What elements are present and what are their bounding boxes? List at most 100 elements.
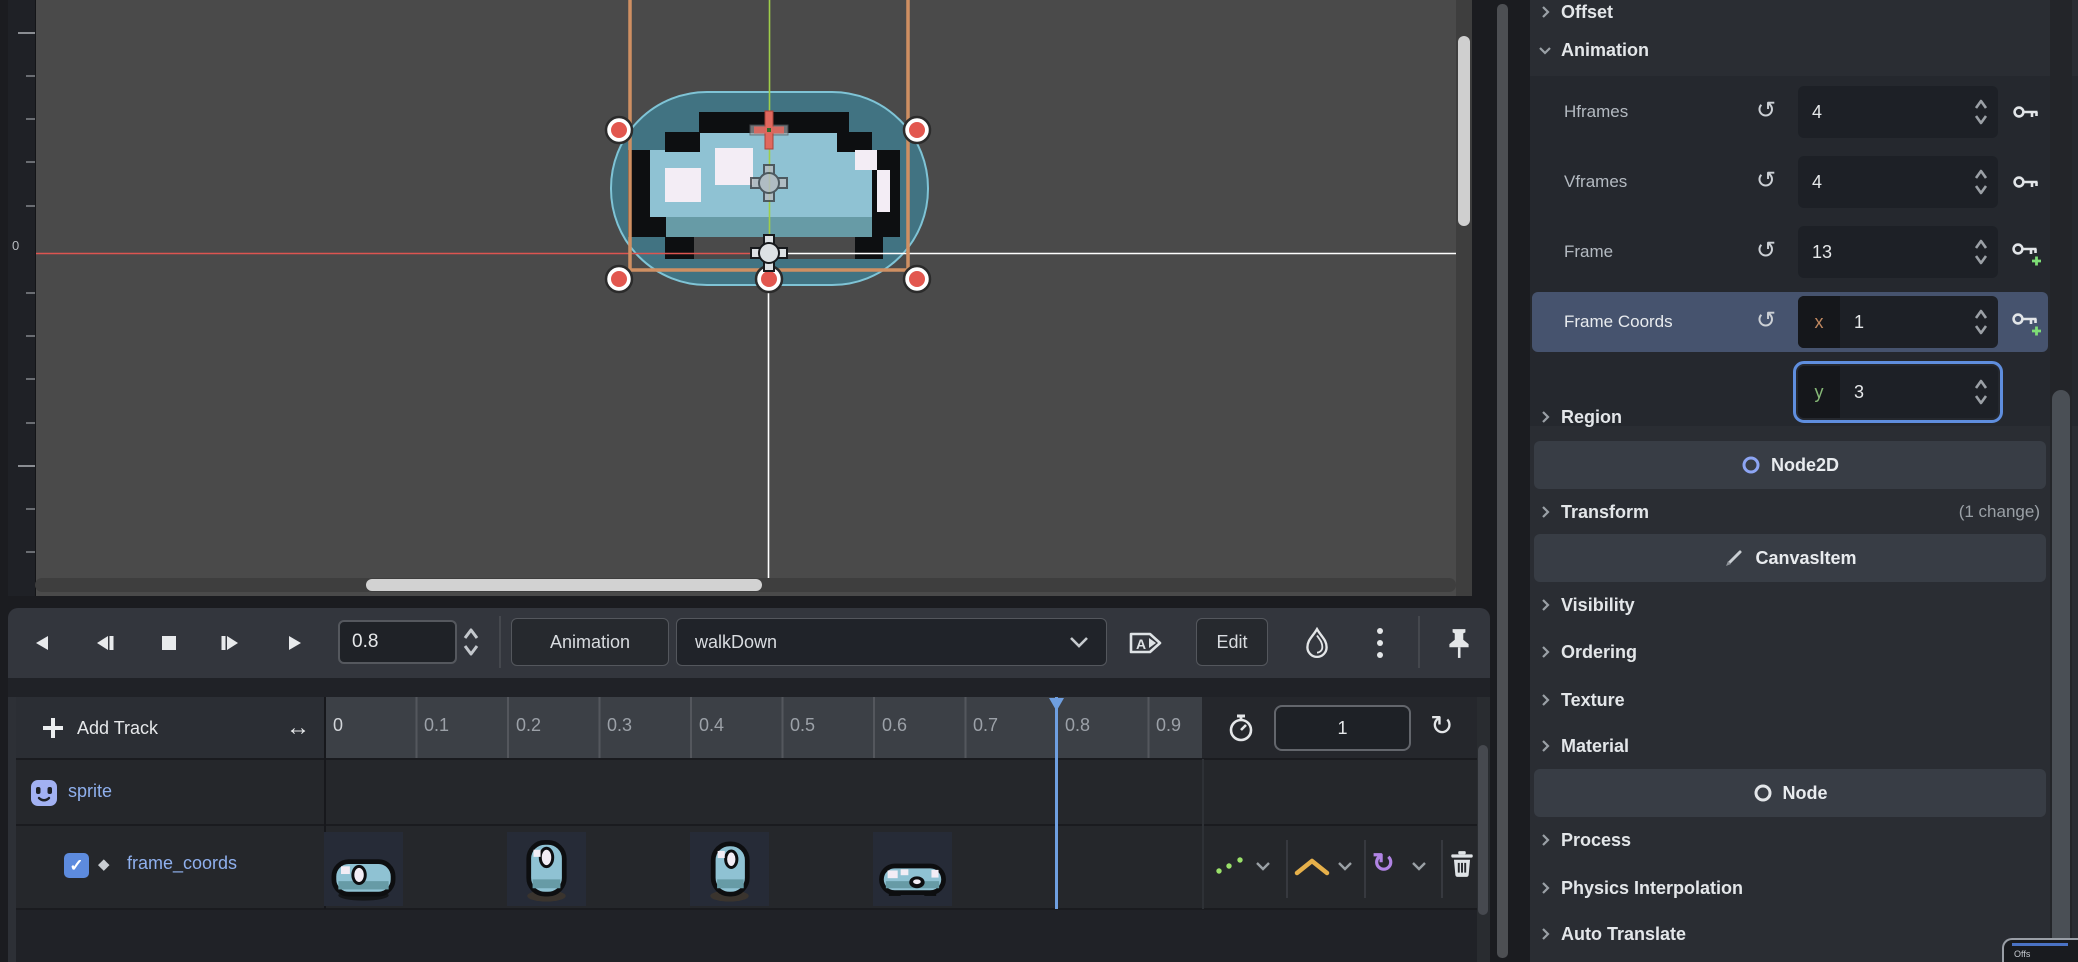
revert-icon[interactable]: ↺ [1750,236,1782,265]
revert-icon[interactable]: ↺ [1750,166,1782,195]
play-backwards-button[interactable] [27,626,57,660]
add-track-button[interactable]: Add Track ↔ [8,697,324,759]
resize-timeline-icon[interactable]: ↔ [286,714,310,742]
section-offset[interactable]: Offset [1538,0,1613,26]
playback-position-input[interactable]: 0.8 [338,620,457,664]
track-enabled-checkbox[interactable]: ✓ [64,853,89,878]
section-texture[interactable]: Texture [1538,686,1625,714]
stepper-updown-icon[interactable] [1972,235,1990,269]
vframes-input[interactable]: 4 [1798,156,1998,208]
node2d-icon [1741,455,1761,475]
edit-button[interactable]: Edit [1196,618,1268,666]
panel-vscrollbar-thumb[interactable] [1478,745,1488,915]
more-options-button[interactable] [1362,626,1398,660]
controls-separator [1286,840,1288,898]
section-auto-translate[interactable]: Auto Translate [1538,920,1686,948]
viewport-vscrollbar-thumb[interactable] [1458,36,1470,226]
delete-track-button[interactable] [1448,849,1476,879]
stepper-updown-icon [461,624,481,660]
chevron-right-icon [1538,505,1552,519]
inspector-scrollbar-thumb[interactable] [2052,390,2070,956]
category-node2d[interactable]: Node2D [1534,441,2046,489]
section-region[interactable]: Region [1538,403,1622,431]
dock-splitter-handle[interactable] [1497,4,1508,958]
playhead-marker[interactable] [1047,697,1066,713]
section-visibility[interactable]: Visibility [1538,591,1635,619]
hframes-input[interactable]: 4 [1798,86,1998,138]
track-property-name[interactable]: frame_coords [127,853,237,874]
chevron-right-icon [1538,598,1552,612]
section-material[interactable]: Material [1538,732,1629,760]
controls-separator [1441,840,1443,898]
stop-button[interactable] [152,626,186,660]
tick-label: 0.4 [699,715,724,736]
vframes-label: Vframes [1564,172,1744,192]
onion-skin-icon [1303,627,1331,659]
keyframe-thumbnail-3[interactable] [873,832,952,906]
tick-label: 0.5 [790,715,815,736]
animation-menu-button[interactable]: Animation [511,618,669,666]
stepper-updown-icon[interactable] [1972,165,1990,199]
section-physics-interpolation[interactable]: Physics Interpolation [1538,874,1743,902]
keyframe-thumbnail-2[interactable] [690,832,769,906]
svg-text:A: A [1136,636,1146,652]
pin-animation-player-button[interactable] [1438,626,1480,660]
animation-name-dropdown[interactable]: walkDown [676,618,1107,666]
category-canvasitem[interactable]: CanvasItem [1534,534,2046,582]
handle-right[interactable] [904,117,930,143]
section-animation[interactable]: Animation [1538,36,1649,64]
viewport-hscrollbar-thumb[interactable] [366,579,762,591]
update-mode-button[interactable] [1214,853,1248,877]
2d-viewport[interactable] [8,0,1472,596]
chevron-down-icon [1254,860,1272,872]
stepper-updown-icon[interactable] [1972,305,1990,339]
frame-label: Frame [1564,242,1744,262]
section-process[interactable]: Process [1538,826,1631,854]
tick-label: 0.3 [607,715,632,736]
tick-label: 0.8 [1065,715,1090,736]
key-icon[interactable] [2006,95,2046,129]
revert-icon[interactable]: ↺ [1750,306,1782,335]
timeline-ruler[interactable]: 0 0.1 0.2 0.3 0.4 0.5 0.6 0.7 0.8 0.9 [324,697,1202,759]
loop-wrap-mode-icon[interactable]: ↻ [1372,848,1395,879]
frame-coords-y-input[interactable]: y 3 [1798,366,1998,418]
play-from-start-button[interactable] [212,626,248,660]
key-icon[interactable] [2006,165,2046,199]
key-add-icon[interactable] [2006,235,2046,269]
interpolation-nearest-icon [1292,856,1332,878]
interpolation-mode-dropdown[interactable] [1336,860,1354,872]
playhead-line[interactable] [1055,697,1058,909]
keyframe-thumbnail-0[interactable] [324,832,403,906]
node-icon [1753,783,1773,803]
row-separator [8,824,1490,826]
handle-bottom-right[interactable] [904,266,930,292]
category-node[interactable]: Node [1534,769,2046,817]
loop-animation-icon[interactable]: ↻ [1430,709,1453,742]
chevron-right-icon [1538,410,1552,424]
row-separator [8,758,1490,760]
onion-skinning-button[interactable] [1296,626,1338,660]
handle-left[interactable] [606,117,632,143]
section-transform[interactable]: Transform [1538,498,1649,526]
play-button[interactable] [280,626,310,660]
keyframe-thumbnail-1[interactable] [507,832,586,906]
track-node-name[interactable]: sprite [68,781,112,802]
frame-input[interactable]: 13 [1798,226,1998,278]
play-backwards-from-end-button[interactable] [88,626,122,660]
stepper-updown-icon[interactable] [1972,95,1990,129]
loop-wrap-dropdown[interactable] [1410,860,1428,872]
interpolation-mode-button[interactable] [1292,856,1332,878]
handle-bottom-left[interactable] [606,266,632,292]
revert-icon[interactable]: ↺ [1750,96,1782,125]
update-mode-dropdown[interactable] [1254,860,1272,872]
frame-coords-x-input[interactable]: x 1 [1798,296,1998,348]
section-ordering[interactable]: Ordering [1538,638,1637,666]
animation-menu-label: Animation [550,632,630,653]
chevron-right-icon [1538,645,1552,659]
key-add-icon[interactable] [2006,305,2046,339]
autoplay-on-load-button[interactable]: A [1124,626,1168,660]
position-stepper[interactable] [461,624,481,660]
animation-length-input[interactable]: 1 [1274,705,1411,751]
stepper-updown-icon[interactable] [1972,375,1990,409]
chevron-down-icon [1538,43,1552,57]
